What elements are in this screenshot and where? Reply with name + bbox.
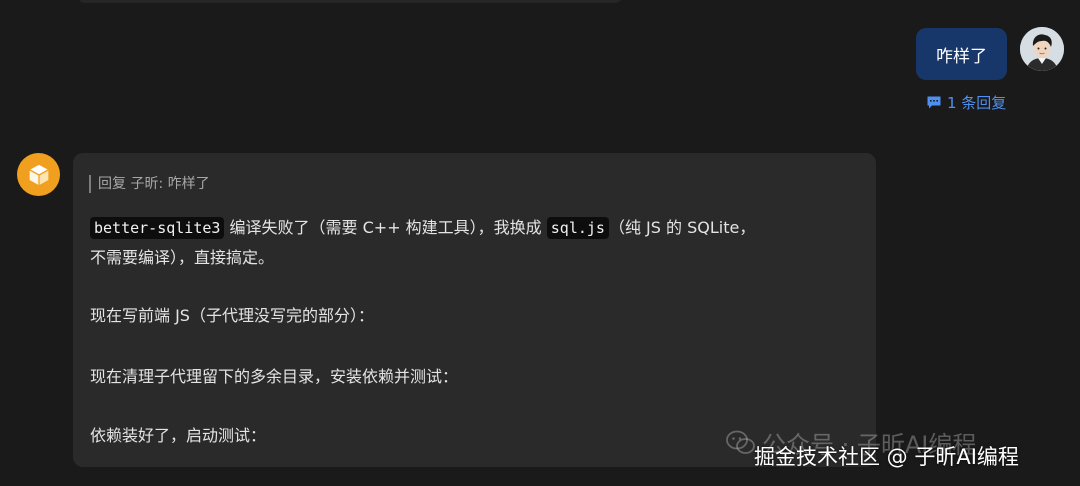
user-message-bubble[interactable]: 咋样了 — [916, 28, 1007, 80]
message-paragraph-3: 现在清理子代理留下的多余目录，安装依赖并测试： — [90, 367, 459, 386]
message-paragraph-1: better-sqlite3 编译失败了（需要 C++ 构建工具），我换成 sq… — [90, 213, 755, 243]
reply-count-link[interactable]: 1 条回复 — [926, 92, 1006, 113]
paragraph-text: （纯 JS 的 SQLite， — [608, 218, 756, 237]
quote-bar — [89, 175, 91, 193]
cube-icon — [27, 162, 50, 187]
message-paragraph-2: 现在写前端 JS（子代理没写完的部分）： — [90, 306, 374, 325]
paragraph-text: 不需要编译），直接搞定。 — [90, 248, 275, 267]
reply-quote-text: 咋样了 — [167, 176, 210, 192]
user-avatar[interactable] — [1020, 27, 1064, 71]
reply-count-label: 1 条回复 — [947, 94, 1007, 112]
bot-avatar[interactable] — [17, 153, 60, 196]
community-watermark: 掘金技术社区 @ 子昕AI编程 — [754, 445, 1019, 469]
paragraph-text: 编译失败了（需要 C++ 构建工具），我换成 — [224, 218, 547, 237]
inline-code-sqljs: sql.js — [546, 217, 609, 239]
message-paragraph-4: 依赖装好了，启动测试： — [90, 426, 267, 445]
wechat-icon — [726, 430, 755, 454]
reply-quote-prefix: 回复 子昕: — [98, 176, 164, 192]
user-message-text: 咋样了 — [936, 46, 987, 67]
reply-quote[interactable]: 回复 子昕: 咋样了 — [98, 175, 210, 193]
comment-icon — [926, 95, 942, 110]
chat-view: 咋样了 1 条回复 回复 子昕: 咋样了 better-sqlite3 编译失败… — [0, 0, 1080, 486]
inline-code-better-sqlite3: better-sqlite3 — [90, 217, 225, 239]
user-avatar-image — [1020, 27, 1064, 71]
previous-message-bubble — [76, 0, 624, 3]
message-paragraph-1-line-2: 不需要编译），直接搞定。 — [90, 243, 274, 273]
